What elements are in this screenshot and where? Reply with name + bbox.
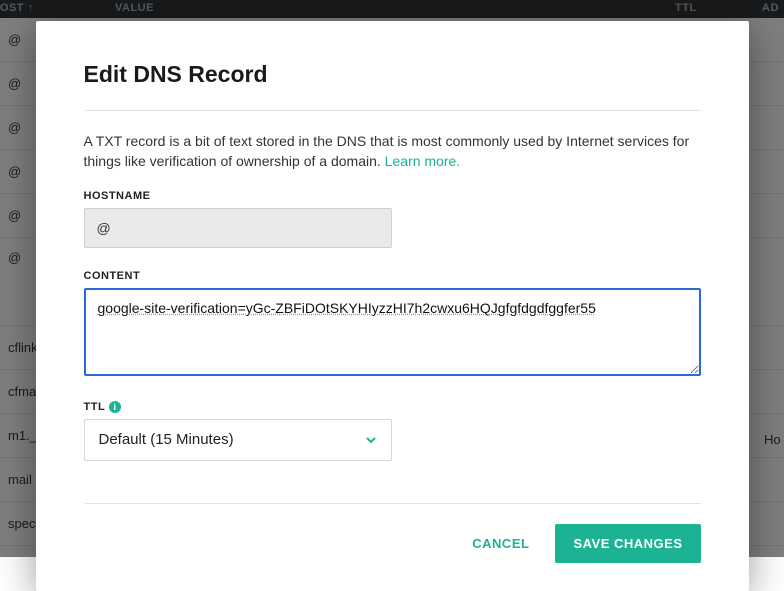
content-textarea[interactable]: [84, 288, 701, 376]
hostname-input[interactable]: [84, 208, 392, 248]
cancel-button[interactable]: CANCEL: [472, 536, 529, 551]
footer-divider: [84, 503, 701, 504]
divider: [84, 110, 701, 111]
ttl-select[interactable]: Default (15 Minutes): [84, 419, 392, 461]
ttl-label: TTL i: [84, 401, 701, 413]
content-label: CONTENT: [84, 270, 701, 282]
learn-more-link[interactable]: Learn more.: [385, 153, 460, 169]
hostname-label: HOSTNAME: [84, 190, 701, 202]
svg-text:i: i: [114, 402, 117, 412]
ttl-select-value: Default (15 Minutes): [99, 431, 234, 448]
modal-title: Edit DNS Record: [84, 61, 701, 88]
info-icon: i: [109, 401, 121, 413]
edit-dns-record-modal: Edit DNS Record A TXT record is a bit of…: [36, 21, 749, 591]
modal-overlay[interactable]: Edit DNS Record A TXT record is a bit of…: [0, 0, 784, 557]
modal-description: A TXT record is a bit of text stored in …: [84, 131, 701, 172]
chevron-down-icon: [365, 434, 377, 446]
